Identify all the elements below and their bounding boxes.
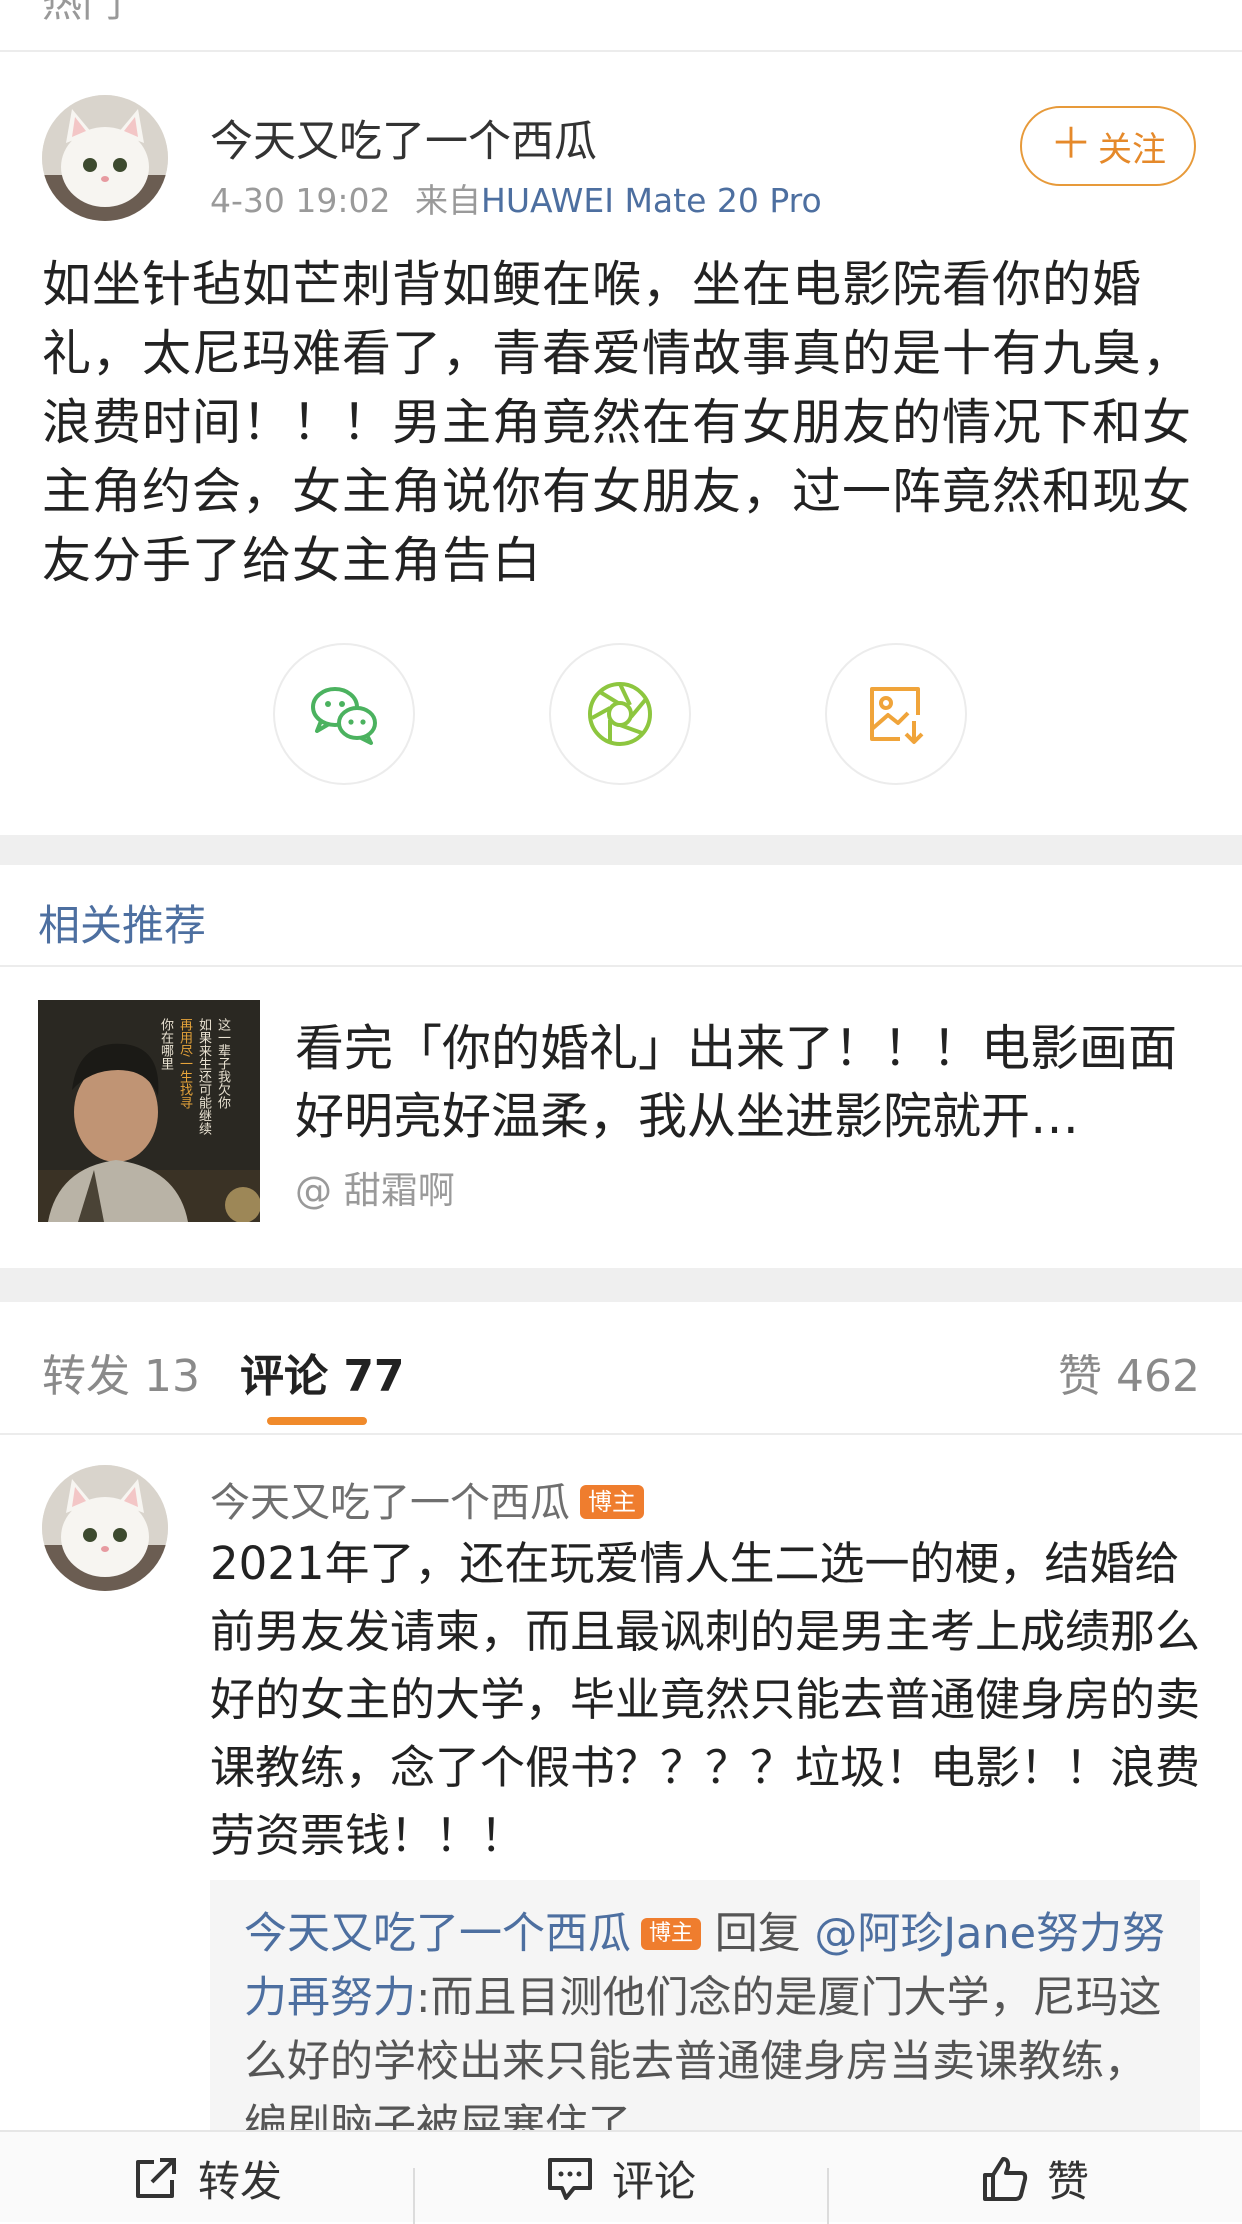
repost-icon — [135, 2158, 176, 2198]
plus-icon: ＋ — [1049, 119, 1092, 168]
save-image-icon — [870, 687, 924, 744]
bottom-toolbar: 转发 评论 赞 — [0, 2130, 1242, 2224]
follow-button[interactable]: ＋ 关注 — [1020, 106, 1196, 186]
like-button[interactable]: 赞 — [828, 2132, 1242, 2224]
poster-line: 这一辈子我欠你 — [215, 1018, 230, 1109]
repost-label: 转发 — [197, 2156, 282, 2206]
poster-line: 你在哪里 — [158, 1018, 173, 1070]
reply-text: 今天又吃了一个西瓜 博主 回复 @阿珍Jane努力努力再努力:而且目测他们念的是厦… — [244, 1902, 1174, 2140]
related-item-thumbnail[interactable]: 这一辈子我欠你 如果来生还可能继续 再用尽一生找寻 你在哪里 — [38, 1000, 260, 1222]
tab-repost[interactable]: 转发 13 — [42, 1340, 200, 1404]
reply-author[interactable]: 今天又吃了一个西瓜 — [244, 1909, 631, 1959]
repost-button[interactable]: 转发 — [0, 2132, 414, 2224]
comment-button[interactable]: 评论 — [414, 2132, 828, 2224]
comment-author-avatar[interactable] — [42, 1465, 168, 1591]
blogger-badge: 博主 — [580, 1485, 644, 1519]
save-image-button[interactable] — [825, 643, 967, 785]
share-moments-button[interactable] — [549, 643, 691, 785]
poster-line: 再用尽一生找寻 — [177, 1018, 192, 1109]
share-wechat-button[interactable] — [273, 643, 415, 785]
blogger-badge: 博主 — [641, 1918, 702, 1950]
section-separator — [0, 1268, 1242, 1302]
related-item-title[interactable]: 看完「你的婚礼」出来了！！！电影画面好明亮好温柔，我从坐进影院就开… — [295, 1015, 1195, 1151]
comment-author: 今天又吃了一个西瓜 博主 — [210, 1470, 644, 1528]
header-title: 热门 — [42, 0, 122, 26]
tab-like[interactable]: 赞 462 — [1058, 1340, 1200, 1404]
related-section-title: 相关推荐 — [38, 901, 207, 950]
follow-label: 关注 — [1098, 129, 1166, 170]
comment-author-name[interactable]: 今天又吃了一个西瓜 — [210, 1480, 570, 1526]
post-text: 如坐针毡如芒刺背如鲠在喉，坐在电影院看你的婚礼，太尼玛难看了，青春爱情故事真的是… — [42, 256, 1193, 589]
poster-line: 如果来生还可能继续 — [196, 1018, 211, 1135]
comment-icon — [547, 2158, 592, 2200]
comment-label: 评论 — [611, 2156, 696, 2206]
reply-box[interactable]: 今天又吃了一个西瓜 博主 回复 @阿珍Jane努力努力再努力:而且目测他们念的是厦… — [210, 1880, 1200, 2140]
post-author-name[interactable]: 今天又吃了一个西瓜 — [210, 107, 597, 169]
moments-icon — [588, 682, 652, 746]
section-separator — [0, 835, 1242, 865]
post-device[interactable]: HUAWEI Mate 20 Pro — [481, 181, 822, 220]
reply-word: 回复 — [714, 1909, 801, 1959]
wechat-icon — [311, 687, 377, 745]
post-meta: 4-30 19:02 来自HUAWEI Mate 20 Pro — [210, 174, 822, 222]
tab-comment[interactable]: 评论 77 — [240, 1340, 405, 1404]
active-tab-indicator — [267, 1417, 367, 1425]
top-header: 热门 — [0, 0, 1242, 52]
comment-text: 2021年了，还在玩爱情人生二选一的梗，结婚给前男友发请柬，而且最讽刺的是男主考… — [210, 1537, 1201, 1862]
divider — [0, 1433, 1242, 1435]
like-label: 赞 — [1046, 2156, 1089, 2206]
post-author-avatar[interactable] — [42, 95, 168, 221]
divider — [0, 965, 1242, 967]
poster-text: 这一辈子我欠你 如果来生还可能继续 再用尽一生找寻 你在哪里 — [38, 1018, 230, 1135]
thumbs-up-icon — [982, 2157, 1028, 2201]
related-item-author[interactable]: @ 甜霜啊 — [295, 1160, 455, 1214]
post-source-prefix: 来自 — [415, 181, 481, 220]
post-time: 4-30 19:02 — [210, 181, 391, 220]
